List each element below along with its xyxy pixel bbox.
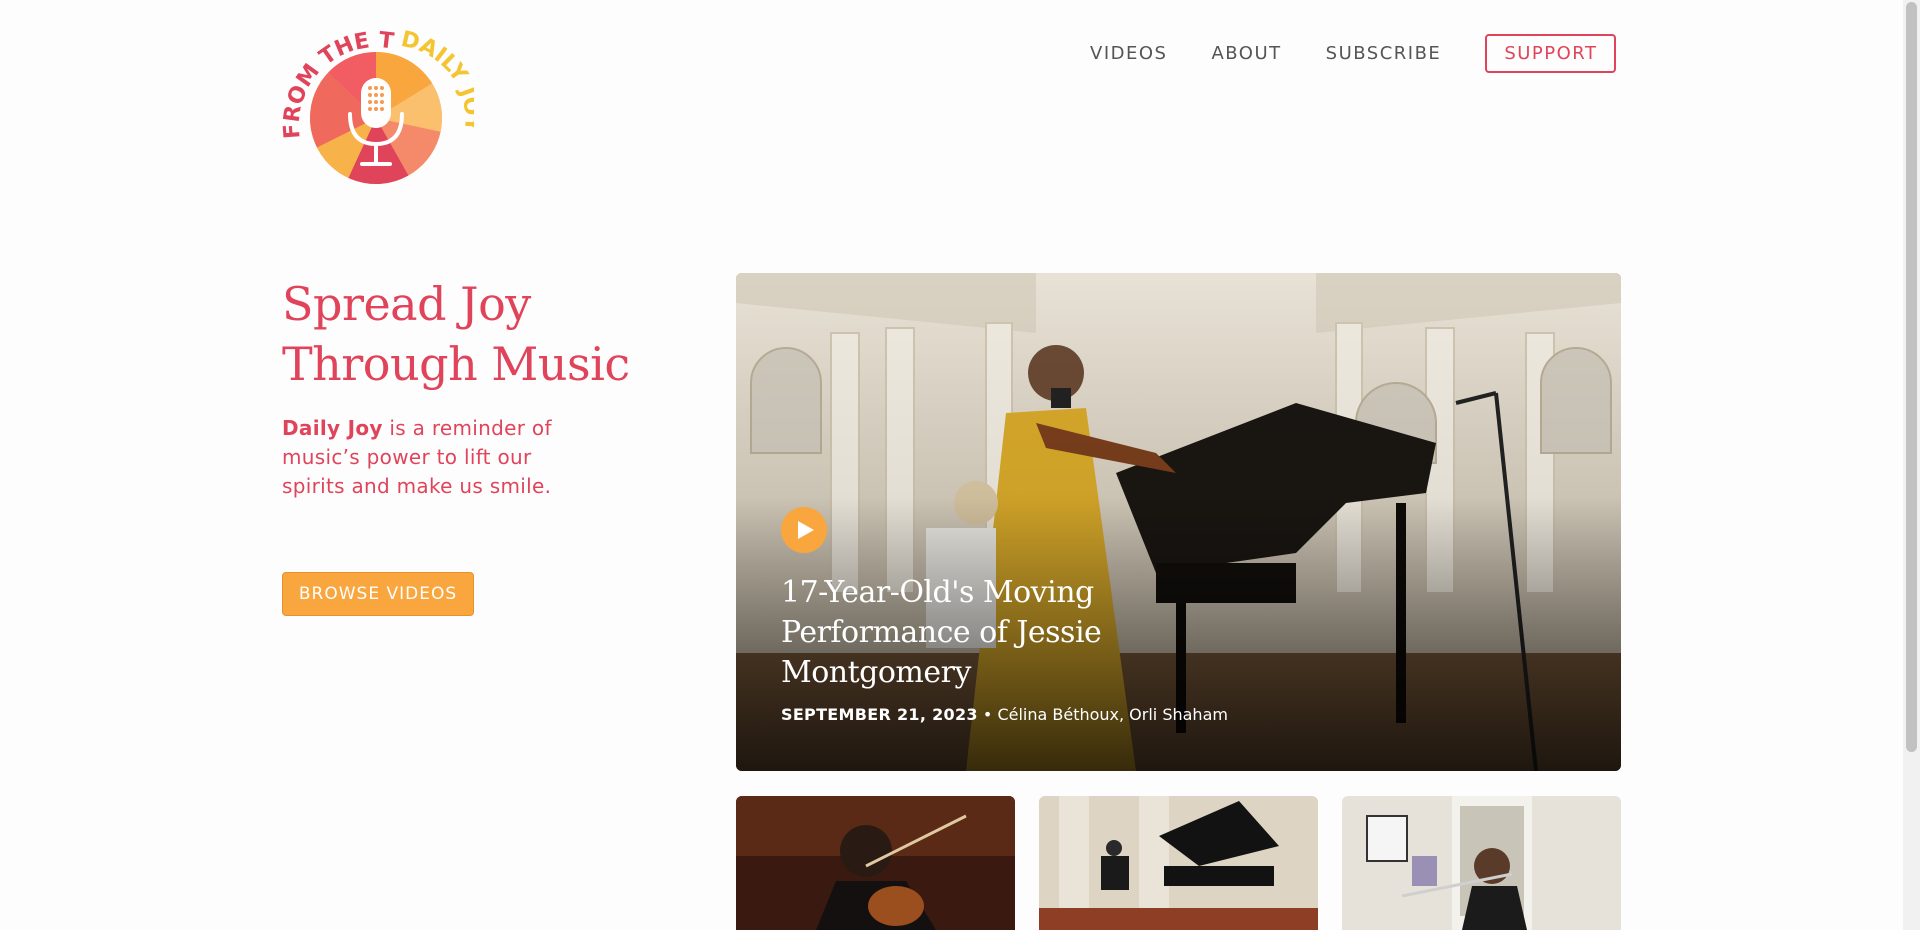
hero-title: Spread Joy Through Music	[282, 274, 682, 394]
hero-title-line1: Spread Joy	[282, 277, 531, 331]
nav-subscribe[interactable]: SUBSCRIBE	[1326, 43, 1442, 64]
browse-videos-button[interactable]: BROWSE VIDEOS	[282, 572, 474, 616]
featured-video-meta: SEPTEMBER 21, 2023 • Célina Béthoux, Orl…	[781, 705, 1228, 724]
video-card[interactable]	[1039, 796, 1318, 930]
hero-intro: Spread Joy Through Music Daily Joy is a …	[282, 274, 682, 501]
hero-title-line2: Through Music	[282, 337, 630, 391]
video-thumbnail-violin	[736, 796, 1015, 930]
hero-desc-brand: Daily Joy	[282, 416, 383, 440]
meta-separator: •	[982, 705, 993, 724]
video-thumbnail-flute	[1342, 796, 1621, 930]
featured-video-image	[736, 273, 1621, 771]
featured-video-performers: Célina Béthoux, Orli Shaham	[997, 705, 1228, 724]
play-button[interactable]	[781, 507, 827, 553]
play-icon	[797, 521, 814, 539]
nav-about[interactable]: ABOUT	[1211, 43, 1281, 64]
video-card[interactable]	[736, 796, 1015, 930]
support-button[interactable]: SUPPORT	[1485, 33, 1617, 73]
scrollbar-thumb[interactable]	[1906, 2, 1917, 752]
nav-videos[interactable]: VIDEOS	[1090, 43, 1167, 64]
video-thumbnail-piano	[1039, 796, 1318, 930]
site-logo[interactable]: FROM THE TOP DAILY JOY	[271, 7, 485, 192]
video-card[interactable]	[1342, 796, 1621, 930]
featured-video-title[interactable]: 17-Year-Old's Moving Performance of Jess…	[781, 573, 1241, 693]
main-nav: VIDEOS ABOUT SUBSCRIBE SUPPORT	[1090, 32, 1617, 74]
page-scrollbar[interactable]	[1903, 0, 1920, 930]
featured-video-card[interactable]: 17-Year-Old's Moving Performance of Jess…	[736, 273, 1621, 771]
logo-graphic: FROM THE TOP DAILY JOY	[271, 7, 485, 184]
hero-description: Daily Joy is a reminder of music’s power…	[282, 414, 582, 501]
featured-video-date: SEPTEMBER 21, 2023	[781, 705, 978, 724]
